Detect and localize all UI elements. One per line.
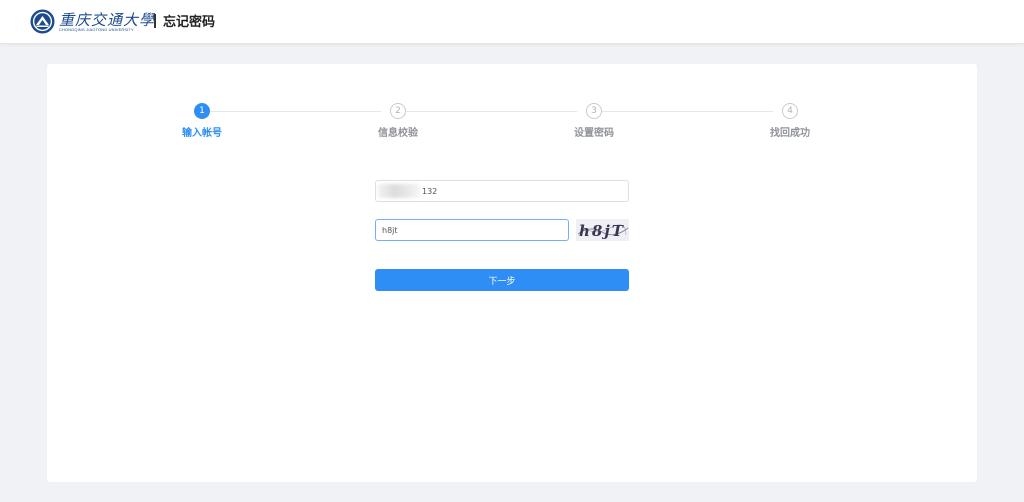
step-number: 3 bbox=[586, 103, 602, 119]
university-seal-icon bbox=[30, 9, 55, 34]
step-1: 1 输入帐号 bbox=[162, 103, 242, 139]
captcha-graphic: h8jT bbox=[576, 219, 629, 241]
university-logo[interactable]: 重庆交通大學 CHONGQING JIAOTONG UNIVERSITY bbox=[30, 8, 154, 36]
step-number: 2 bbox=[390, 103, 406, 119]
page-title: 忘记密码 bbox=[163, 15, 216, 30]
title-divider bbox=[154, 14, 156, 28]
captcha-input[interactable] bbox=[375, 219, 569, 241]
step-number: 1 bbox=[194, 103, 210, 119]
logo-text-english: CHONGQING JIAOTONG UNIVERSITY bbox=[59, 27, 134, 32]
step-label: 输入帐号 bbox=[182, 128, 222, 139]
step-label: 找回成功 bbox=[770, 128, 810, 139]
step-number: 4 bbox=[782, 103, 798, 119]
step-4: 4 找回成功 bbox=[750, 103, 830, 139]
captcha-image[interactable]: h8jT bbox=[576, 219, 629, 241]
captcha-text: h8jT bbox=[579, 222, 625, 240]
redacted-account-mask bbox=[378, 184, 420, 198]
step-label: 设置密码 bbox=[574, 128, 614, 139]
form-card: 1 输入帐号 2 信息校验 3 设置密码 4 找回成功 h8jT 下一步 bbox=[47, 64, 977, 482]
next-step-button[interactable]: 下一步 bbox=[375, 269, 629, 291]
step-3: 3 设置密码 bbox=[554, 103, 634, 139]
step-label: 信息校验 bbox=[378, 128, 418, 139]
step-2: 2 信息校验 bbox=[358, 103, 438, 139]
top-bar: 重庆交通大學 CHONGQING JIAOTONG UNIVERSITY 忘记密… bbox=[0, 0, 1024, 44]
